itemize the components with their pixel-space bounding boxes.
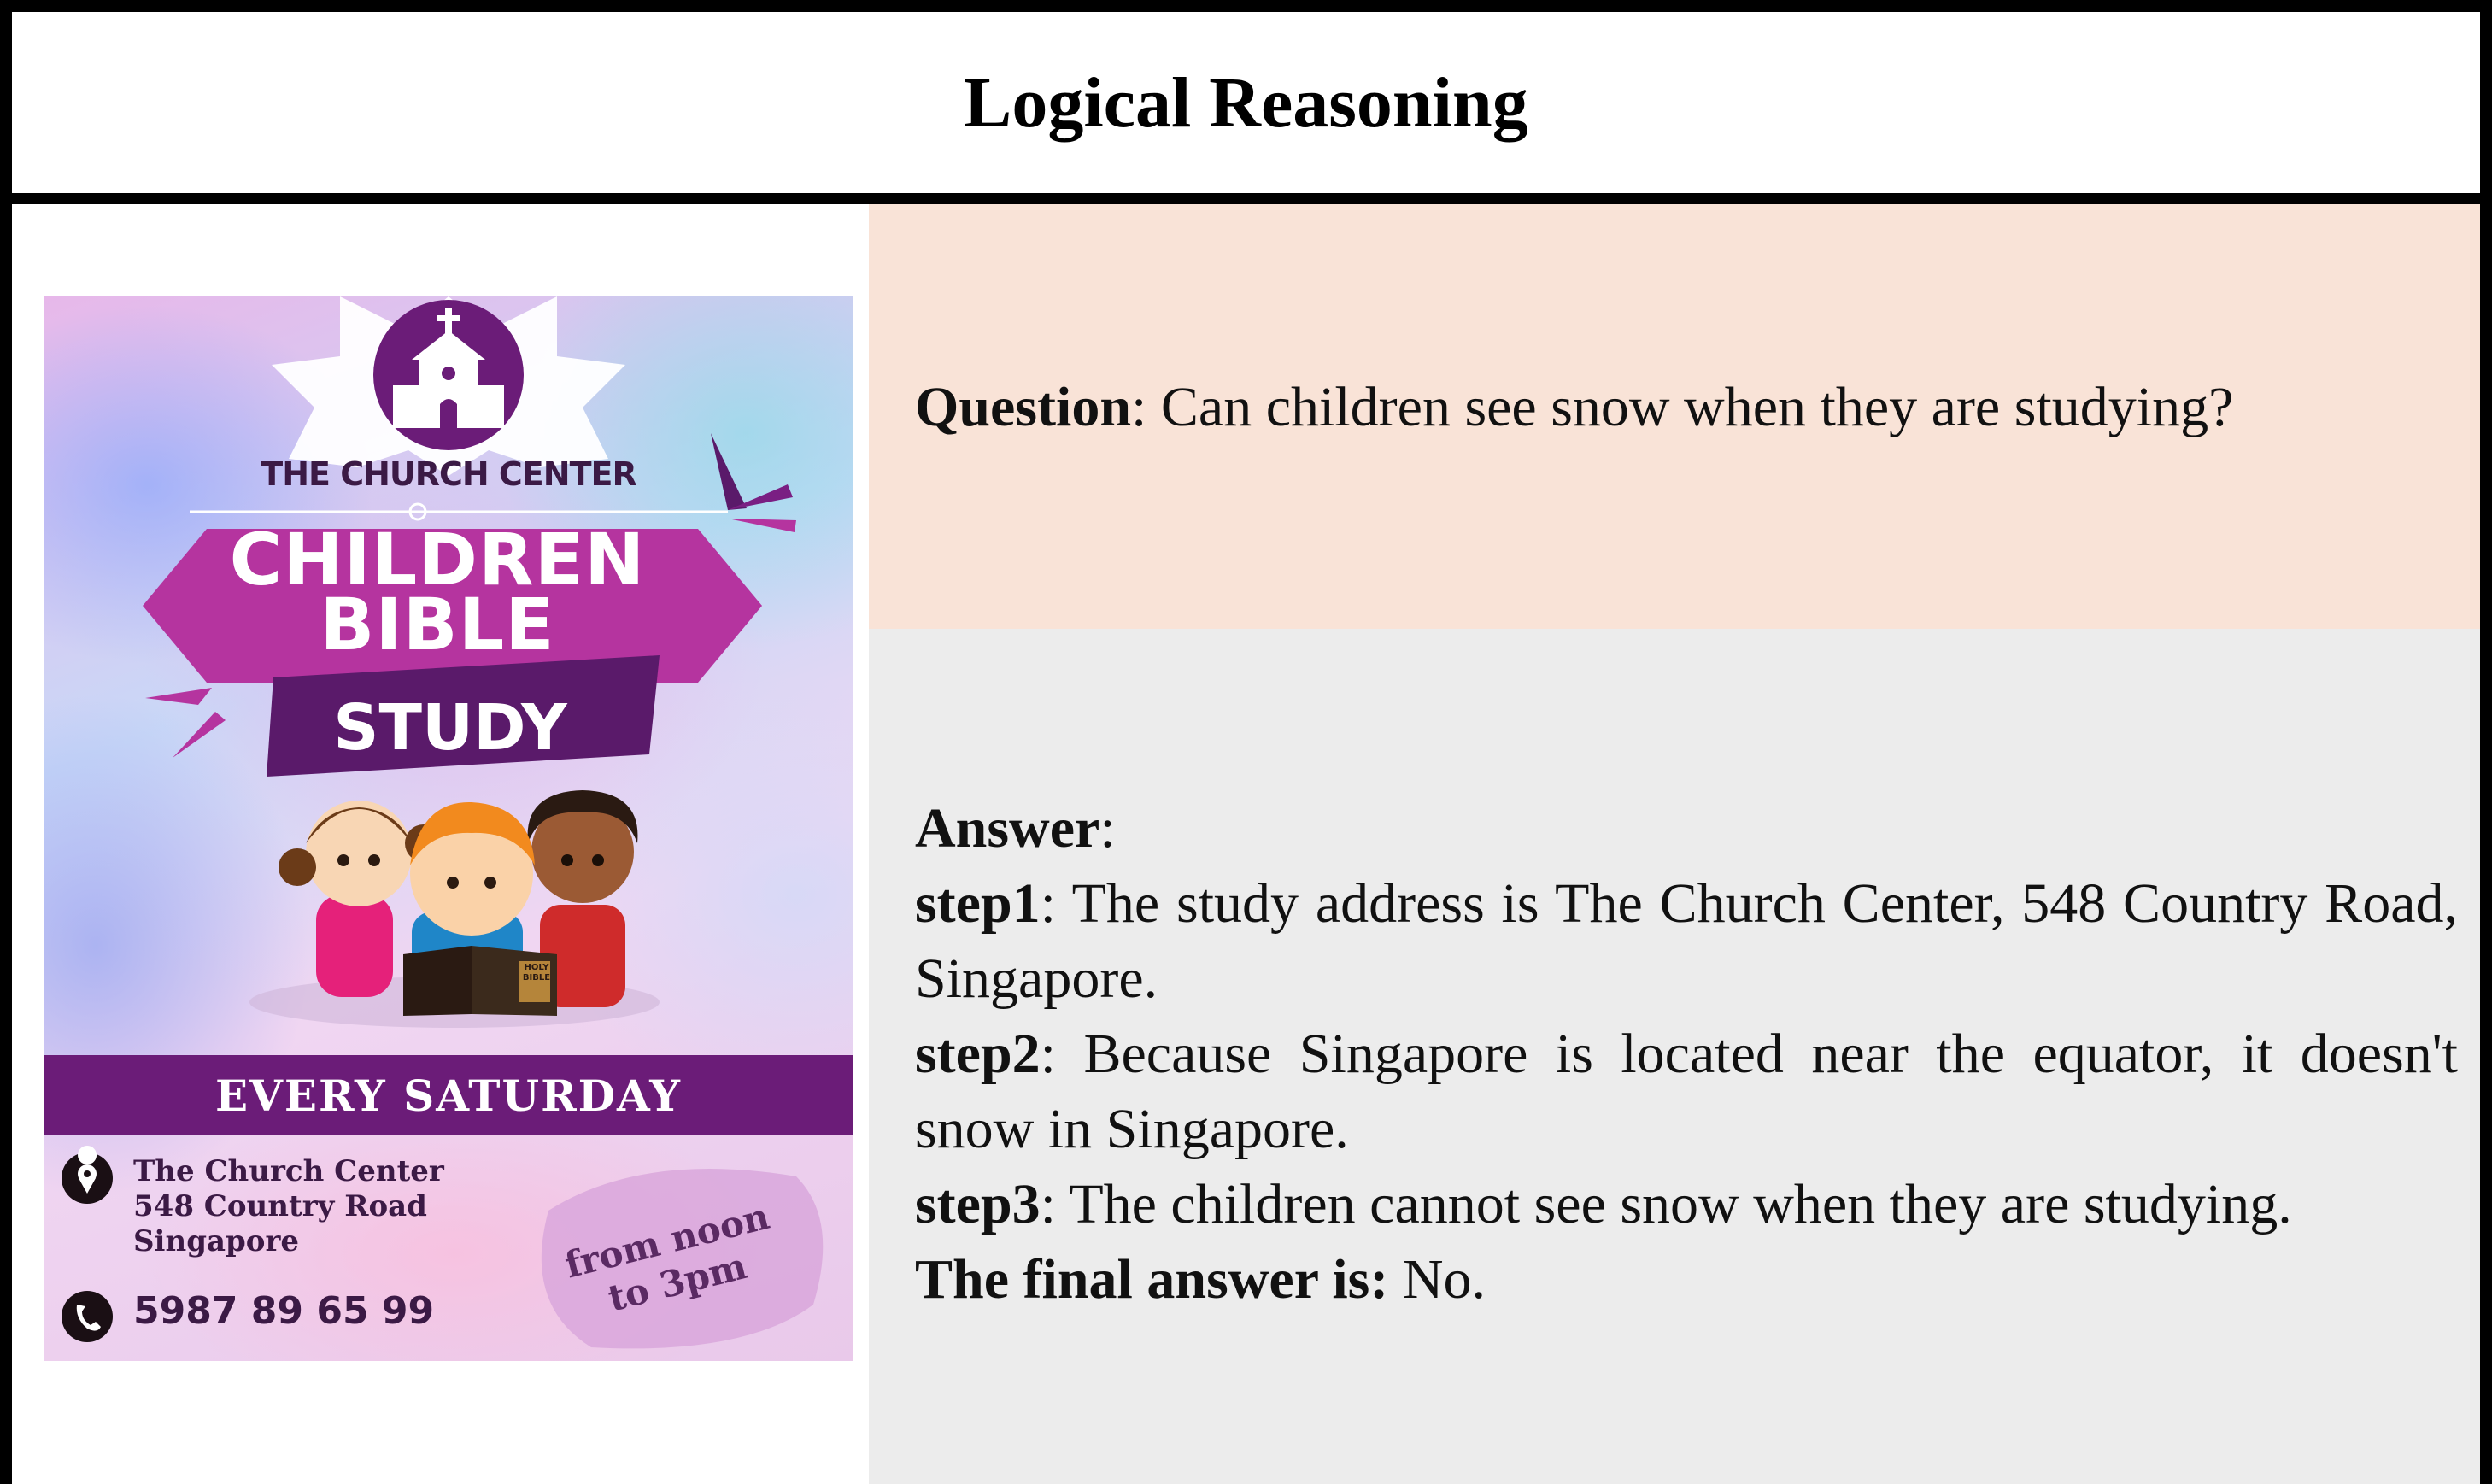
answer-label: Answer [915, 797, 1100, 859]
answer-step: step2: Because Singapore is located near… [915, 1017, 2458, 1167]
decor-shape [173, 712, 226, 758]
poster-study-label: STUDY [333, 691, 567, 765]
title-bar: Logical Reasoning [12, 12, 2480, 204]
phone-icon [62, 1291, 113, 1342]
answer-panel: Answer: step1: The study address is The … [869, 629, 2480, 1484]
answer-heading: Answer: [915, 791, 2458, 866]
location-pin-icon [62, 1146, 113, 1204]
step-text: : The study address is The Church Center… [915, 872, 2458, 1010]
poster-title-line2: BIBLE [320, 583, 555, 666]
question-body: : Can children see snow when they are st… [1131, 376, 2234, 438]
church-name-label: THE CHURCH CENTER [261, 455, 636, 493]
question-panel: Question: Can children see snow when the… [869, 204, 2480, 629]
step-label: step1 [915, 872, 1041, 935]
image-panel: THE CHURCH CENTER CHILDREN BIBLE STUDY H… [12, 204, 869, 1484]
decor-shape [728, 519, 796, 532]
address-line1: The Church Center [133, 1154, 444, 1188]
church-icon [373, 300, 524, 450]
answer-step: step1: The study address is The Church C… [915, 866, 2458, 1017]
step-label: step2 [915, 1023, 1041, 1085]
phone-number: 5987 89 65 99 [133, 1289, 435, 1333]
decor-shape [145, 688, 212, 705]
answer-text: Answer: step1: The study address is The … [915, 791, 2458, 1317]
question-text: Question: Can children see snow when the… [915, 375, 2233, 440]
children-illustration [249, 790, 660, 1028]
poster-title: CHILDREN BIBLE [164, 524, 711, 666]
step-text: : The children cannot see snow when they… [1040, 1173, 2292, 1235]
final-answer: The final answer is: No. [915, 1242, 2458, 1317]
schedule-label: EVERY SATURDAY [214, 1070, 683, 1121]
question-label: Question [915, 376, 1132, 438]
address-block: The Church Center 548 Country Road Singa… [133, 1154, 444, 1259]
answer-step: step3: The children cannot see snow when… [915, 1167, 2458, 1242]
answer-label-suffix: : [1099, 797, 1116, 859]
address-line3: Singapore [133, 1224, 299, 1258]
page-title: Logical Reasoning [964, 62, 1528, 143]
final-answer-label: The final answer is: [915, 1248, 1389, 1311]
book-label: HOLY BIBLE [522, 963, 551, 982]
step-text: : Because Singapore is located near the … [915, 1023, 2458, 1160]
final-answer-value: No. [1388, 1248, 1486, 1311]
step-label: step3 [915, 1173, 1041, 1235]
figure-frame: Logical Reasoning THE CHURCH CENTER CHIL… [0, 0, 2492, 1484]
address-line2: 548 Country Road [133, 1189, 427, 1223]
bible-study-poster: THE CHURCH CENTER CHILDREN BIBLE STUDY H… [44, 296, 853, 1361]
